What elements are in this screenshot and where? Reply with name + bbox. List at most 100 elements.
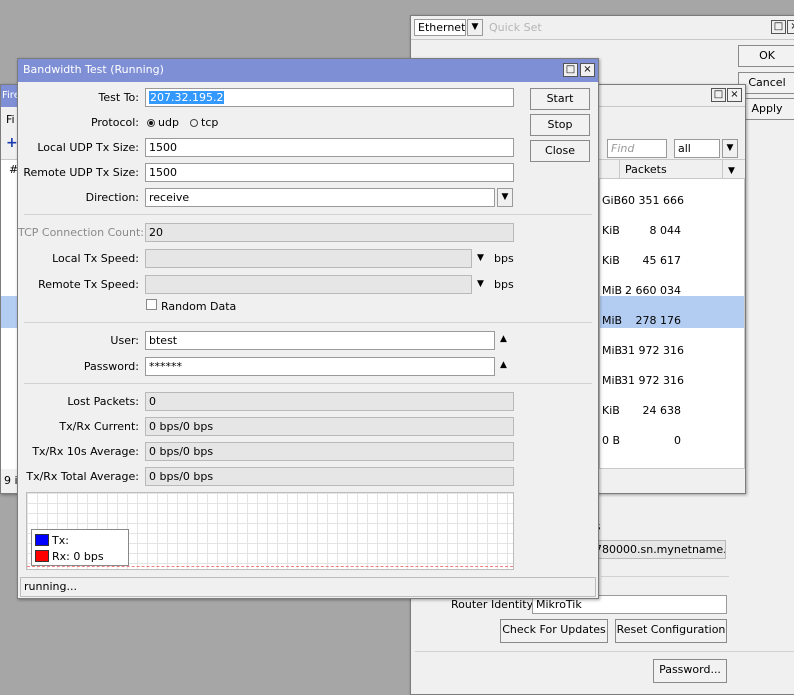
rx-color-swatch [35, 550, 49, 562]
bandwidth-test-window: Bandwidth Test (Running) □ × Start Stop … [17, 58, 599, 599]
divider [24, 214, 592, 215]
row-packets: 31 972 316 [621, 374, 684, 387]
remote-tx-speed-label: Remote Tx Speed: [38, 278, 139, 291]
column-menu-icon[interactable]: ▼ [728, 166, 735, 176]
close-icon[interactable]: × [787, 20, 794, 34]
status-text: running... [24, 580, 77, 593]
status-bar: running... [20, 577, 596, 597]
txrx-total-average-label: Tx/Rx Total Average: [26, 470, 139, 483]
user-input[interactable]: btest [145, 331, 495, 350]
local-tx-speed-label: Local Tx Speed: [52, 252, 139, 265]
row-packets: 31 972 316 [621, 344, 684, 357]
find-input[interactable]: Find [607, 139, 667, 158]
row-packets: 45 617 [642, 254, 682, 267]
legend-rx-label: Rx: 0 bps [52, 550, 104, 563]
column-divider [722, 160, 723, 179]
tcp-connection-count-input: 20 [145, 223, 514, 242]
close-icon[interactable]: × [727, 88, 742, 102]
row-unit: GiB [602, 194, 622, 207]
check-updates-button[interactable]: Check For Updates [500, 619, 608, 643]
close-icon[interactable]: × [580, 63, 595, 77]
row-unit: KiB [602, 404, 620, 417]
test-to-label: Test To: [98, 91, 139, 104]
rx-baseline [27, 566, 513, 567]
test-to-input[interactable]: 207.32.195.2 [145, 88, 514, 107]
password-input[interactable]: ****** [145, 357, 495, 376]
direction-dropdown-icon[interactable]: ▼ [497, 188, 513, 207]
legend-tx-label: Tx: [52, 534, 69, 547]
random-data-label: Random Data [161, 300, 237, 313]
lost-packets-label: Lost Packets: [67, 395, 139, 408]
window-title: Bandwidth Test (Running) [23, 63, 164, 76]
selected-row-highlight [600, 296, 744, 312]
remote-tx-speed-unit: bps [494, 278, 514, 291]
left-menu-fragment[interactable]: Fi [6, 113, 15, 126]
remote-udp-tx-size-label: Remote UDP Tx Size: [23, 166, 139, 179]
column-divider [619, 160, 620, 179]
router-identity-label: Router Identity: [451, 598, 537, 611]
row-unit: MiB [602, 314, 623, 327]
column-header-packets[interactable]: Packets [625, 163, 667, 176]
remote-tx-speed-input[interactable] [145, 275, 472, 294]
add-icon[interactable]: + [6, 135, 18, 151]
local-udp-tx-size-label: Local UDP Tx Size: [37, 141, 139, 154]
random-data-checkbox[interactable] [146, 299, 157, 310]
password-label: Password: [83, 360, 139, 373]
reset-configuration-button[interactable]: Reset Configuration [615, 619, 727, 643]
divider [601, 576, 729, 577]
user-collapse-icon[interactable]: ▲ [500, 334, 507, 344]
txrx-10s-average-value: 0 bps/0 bps [145, 442, 514, 461]
row-packets: 24 638 [642, 404, 682, 417]
local-tx-speed-dropdown-icon[interactable]: ▼ [477, 253, 484, 263]
remote-tx-speed-dropdown-icon[interactable]: ▼ [477, 279, 484, 289]
divider [24, 322, 592, 323]
quickset-mode-select[interactable]: Ethernet [414, 19, 466, 36]
maximize-icon[interactable]: □ [711, 88, 726, 102]
row-packets: 2 660 034 [625, 284, 681, 297]
ok-button[interactable]: OK [738, 45, 794, 67]
direction-label: Direction: [85, 191, 139, 204]
stop-button[interactable]: Stop [530, 114, 590, 136]
password-button[interactable]: Password... [653, 659, 727, 683]
filter-select[interactable]: all [674, 139, 720, 158]
address-field: 780000.sn.mynetname.net [591, 540, 726, 559]
row-unit: KiB [602, 254, 620, 267]
mode-dropdown-icon[interactable]: ▼ [467, 19, 483, 36]
bandwidth-test-titlebar: Bandwidth Test (Running) □ × [18, 59, 598, 82]
user-label: User: [110, 334, 139, 347]
row-unit: MiB [602, 344, 623, 357]
row-packets: 8 044 [649, 224, 682, 237]
txrx-10s-average-label: Tx/Rx 10s Average: [32, 445, 139, 458]
row-packets: 278 176 [635, 314, 682, 327]
close-button[interactable]: Close [530, 140, 590, 162]
row-packets: 60 351 666 [621, 194, 684, 207]
tcp-connection-count-label: TCP Connection Count: [18, 226, 144, 239]
bandwidth-graph: Tx: Rx: 0 bps [26, 492, 514, 570]
maximize-icon[interactable]: □ [563, 63, 578, 77]
direction-select[interactable]: receive [145, 188, 495, 207]
remote-udp-tx-size-input[interactable]: 1500 [145, 163, 514, 182]
filter-dropdown-icon[interactable]: ▼ [722, 139, 738, 158]
protocol-label: Protocol: [90, 116, 139, 129]
tx-color-swatch [35, 534, 49, 546]
protocol-tcp-radio[interactable]: tcp [190, 116, 218, 129]
cancel-button[interactable]: Cancel [738, 72, 794, 94]
local-tx-speed-input[interactable] [145, 249, 472, 268]
row-unit: MiB [602, 284, 623, 297]
row-unit: KiB [602, 224, 620, 237]
graph-legend: Tx: Rx: 0 bps [31, 529, 129, 566]
radio-icon [190, 119, 198, 127]
protocol-udp-radio[interactable]: udp [147, 116, 179, 129]
radio-selected-icon [147, 119, 155, 127]
apply-button[interactable]: Apply [738, 98, 794, 120]
lost-packets-value: 0 [145, 392, 514, 411]
row-unit: 0 B [602, 434, 621, 447]
local-tx-speed-unit: bps [494, 252, 514, 265]
local-udp-tx-size-input[interactable]: 1500 [145, 138, 514, 157]
quickset-title: Quick Set [489, 21, 542, 34]
table-header [599, 160, 745, 179]
start-button[interactable]: Start [530, 88, 590, 110]
maximize-icon[interactable]: □ [771, 20, 786, 34]
divider [415, 651, 794, 652]
password-collapse-icon[interactable]: ▲ [500, 360, 507, 370]
